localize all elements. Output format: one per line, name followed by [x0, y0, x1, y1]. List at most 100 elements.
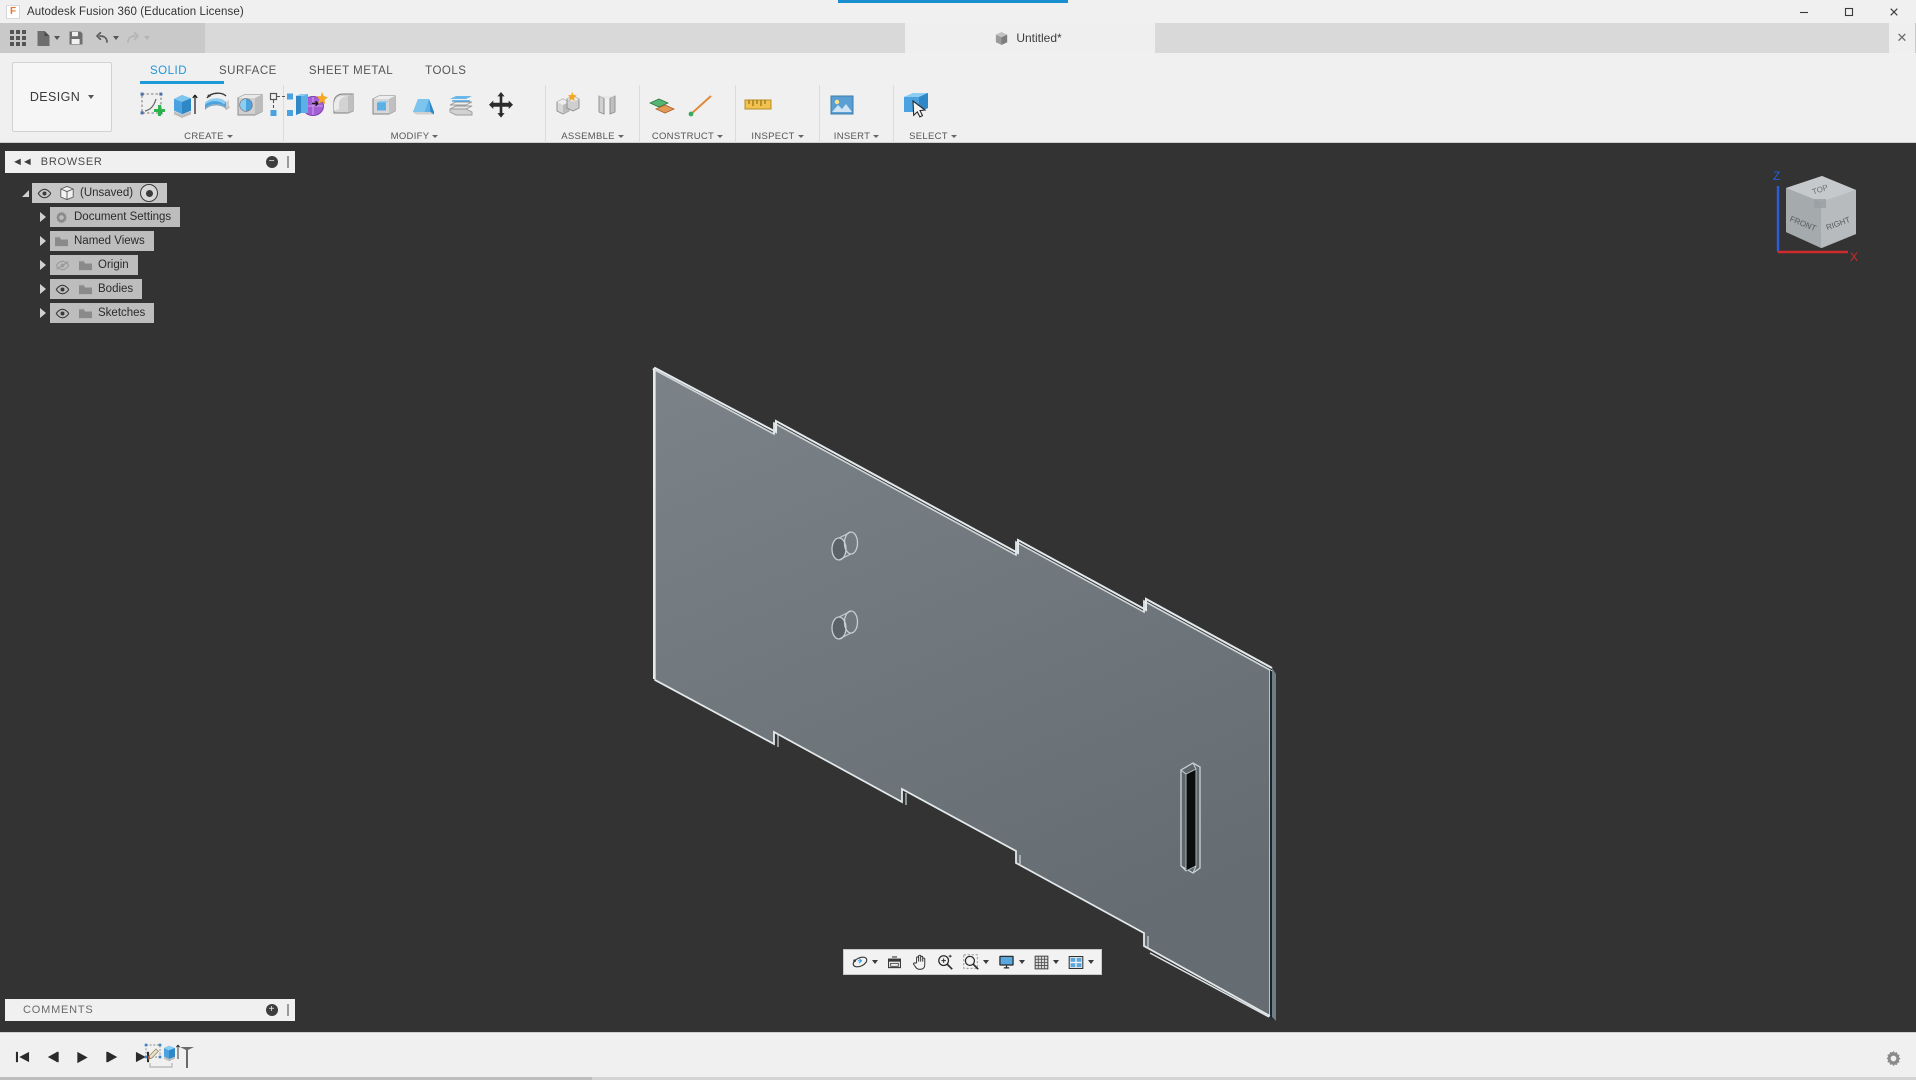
twisty-right-icon[interactable]: [36, 277, 50, 301]
tab-solid[interactable]: SOLID: [134, 59, 203, 83]
go-to-beginning-button[interactable]: [14, 1049, 30, 1065]
panel-resize-grip[interactable]: [287, 156, 289, 168]
panel-modify-label[interactable]: MODIFY: [287, 129, 542, 143]
tree-chip[interactable]: Sketches: [50, 303, 154, 323]
zoom-window-icon[interactable]: [958, 950, 993, 974]
grid-snaps-icon[interactable]: [1029, 950, 1063, 974]
twisty-right-icon[interactable]: [36, 253, 50, 277]
display-settings-icon[interactable]: [993, 950, 1029, 974]
tree-chip[interactable]: Named Views: [50, 231, 154, 251]
folder-icon: [74, 279, 96, 299]
select-icon[interactable]: [897, 86, 935, 124]
fillet-icon[interactable]: [326, 86, 364, 124]
draft-icon[interactable]: [404, 86, 442, 124]
twisty-right-icon[interactable]: [36, 205, 50, 229]
twisty-right-icon[interactable]: [36, 229, 50, 253]
timeline-sketch-feature[interactable]: [145, 1044, 162, 1059]
model-front-face[interactable]: [655, 370, 1270, 1016]
tree-item-document-settings[interactable]: Document Settings: [0, 205, 303, 229]
save-icon[interactable]: [63, 25, 89, 51]
tree-chip[interactable]: (Unsaved): [32, 183, 167, 203]
look-at-icon[interactable]: [882, 950, 907, 974]
extrude-icon[interactable]: [168, 86, 200, 124]
panel-select-label[interactable]: SELECT: [897, 129, 969, 143]
create-sketch-icon[interactable]: [137, 86, 167, 124]
press-pull-icon[interactable]: [287, 86, 325, 124]
collapse-left-icon[interactable]: ◄◄: [12, 156, 32, 168]
file-icon[interactable]: [33, 25, 61, 51]
move-copy-icon[interactable]: [482, 86, 520, 124]
tree-chip[interactable]: Origin: [50, 255, 138, 275]
panel-inspect-label[interactable]: INSPECT: [739, 129, 816, 143]
maximize-button[interactable]: [1826, 0, 1871, 23]
panel-construct-label[interactable]: CONSTRUCT: [643, 129, 732, 143]
folder-icon: [74, 303, 96, 323]
panel-create-label[interactable]: CREATE: [137, 129, 280, 143]
eye-visible-icon[interactable]: [50, 279, 74, 299]
offset-plane-icon[interactable]: [643, 86, 681, 124]
tree-item-unsaved[interactable]: (Unsaved): [0, 181, 303, 205]
minimize-button[interactable]: [1781, 0, 1826, 23]
view-cube[interactable]: Z X TOP FRONT RIGHT: [1764, 158, 1874, 268]
component-icon: [56, 183, 78, 203]
tree-item-sketches[interactable]: Sketches: [0, 301, 303, 325]
eye-visible-icon[interactable]: [32, 183, 56, 203]
comments-label: COMMENTS: [23, 1004, 94, 1016]
add-comment-icon[interactable]: +: [266, 1004, 278, 1016]
tab-surface[interactable]: SURFACE: [203, 59, 293, 83]
active-tab-underline: [140, 81, 224, 84]
tree-item-named-views[interactable]: Named Views: [0, 229, 303, 253]
undo-icon[interactable]: [91, 25, 120, 51]
chevron-down-icon: [717, 135, 723, 138]
axis-icon[interactable]: [682, 86, 720, 124]
document-tab-untitled[interactable]: Untitled*: [905, 23, 1155, 53]
panel-select: SELECT: [894, 85, 972, 143]
app-grid-icon[interactable]: [5, 25, 31, 51]
panel-options-icon[interactable]: −: [266, 156, 278, 168]
activate-component-radio[interactable]: [140, 184, 158, 202]
twisty-right-icon[interactable]: [36, 301, 50, 325]
eye-hidden-icon[interactable]: [50, 255, 74, 275]
comments-resize-grip[interactable]: [287, 1004, 289, 1016]
panel-insert: INSERT: [820, 85, 894, 143]
redo-icon[interactable]: [122, 25, 151, 51]
chevron-down-icon: [1053, 960, 1059, 964]
tab-sheet-metal[interactable]: SHEET METAL: [293, 59, 409, 83]
tab-tools[interactable]: TOOLS: [409, 59, 482, 83]
orbit-icon[interactable]: [847, 950, 882, 974]
quick-access-bar: Untitled* ✕ + ? AM: [0, 23, 1916, 53]
pan-icon[interactable]: [907, 950, 932, 974]
viewports-icon[interactable]: [1063, 950, 1098, 974]
step-back-button[interactable]: [44, 1049, 60, 1065]
panel-assemble-label[interactable]: ASSEMBLE: [549, 129, 636, 143]
panel-insert-label[interactable]: INSERT: [823, 129, 890, 143]
measure-icon[interactable]: [739, 86, 777, 124]
twisty-down-icon[interactable]: [18, 181, 32, 205]
comments-panel-header[interactable]: COMMENTS +: [5, 999, 295, 1021]
shell-icon[interactable]: [365, 86, 403, 124]
chevron-down-icon: [951, 135, 957, 138]
close-button[interactable]: [1871, 0, 1916, 23]
model-slot[interactable]: [1181, 763, 1200, 873]
insert-image-icon[interactable]: [823, 86, 861, 124]
new-component-icon[interactable]: [549, 86, 587, 124]
document-tab-close-icon[interactable]: ✕: [1889, 23, 1915, 53]
tree-chip[interactable]: Bodies: [50, 279, 142, 299]
workspace-switcher[interactable]: DESIGN: [12, 62, 112, 132]
tree-item-bodies[interactable]: Bodies: [0, 277, 303, 301]
play-button[interactable]: [74, 1049, 90, 1065]
revolve-icon[interactable]: [201, 86, 233, 124]
browser-panel: ◄◄ BROWSER − (Unsaved): [0, 143, 303, 1032]
eye-visible-icon[interactable]: [50, 303, 74, 323]
settings-gear-icon[interactable]: [1884, 1049, 1904, 1069]
combine-icon[interactable]: [443, 86, 481, 124]
tree-chip[interactable]: Document Settings: [50, 207, 180, 227]
joint-icon[interactable]: [588, 86, 626, 124]
tree-item-label: Origin: [96, 259, 129, 271]
timeline-extrude-feature[interactable]: [164, 1045, 180, 1061]
zoom-icon[interactable]: [932, 950, 958, 974]
title-progress-bar: [838, 0, 1068, 3]
step-forward-button[interactable]: [104, 1049, 120, 1065]
tree-item-origin[interactable]: Origin: [0, 253, 303, 277]
sweep-icon[interactable]: [234, 86, 266, 124]
